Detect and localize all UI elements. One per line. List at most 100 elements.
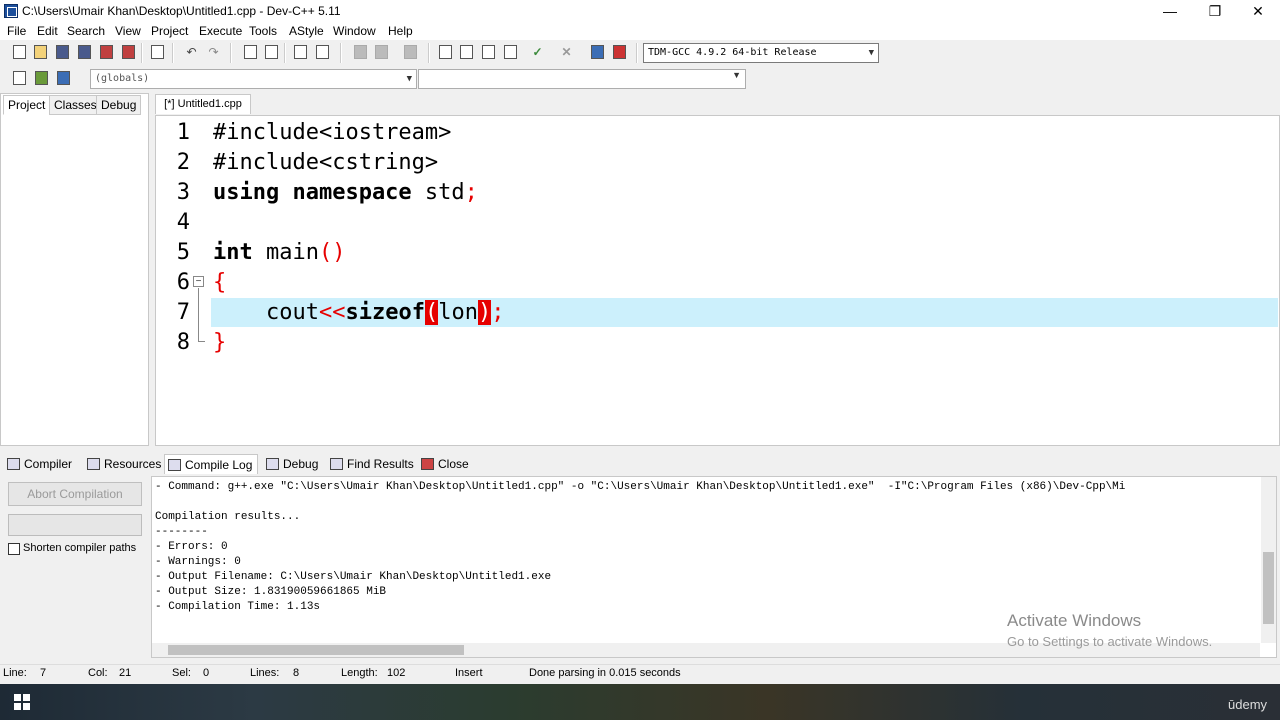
tab-debug-bottom[interactable]: Debug	[263, 454, 318, 474]
print-icon[interactable]	[148, 43, 166, 61]
save-icon[interactable]	[53, 43, 71, 61]
forward-icon[interactable]	[372, 43, 390, 61]
goto-icon[interactable]	[32, 69, 50, 87]
compiler-select[interactable]: TDM-GCC 4.9.2 64-bit Release ▼	[643, 43, 879, 63]
check-syntax-icon[interactable]: ✓	[530, 43, 548, 61]
compiler-icon	[7, 458, 20, 470]
toolbar-separator	[141, 43, 143, 63]
chevron-down-icon: ▼	[406, 74, 412, 84]
undo-icon[interactable]: ↶	[184, 43, 202, 61]
compile-run-icon[interactable]	[479, 43, 497, 61]
status-lines-value: 8	[293, 667, 300, 679]
toolbar-separator	[172, 43, 174, 63]
toolbar-separator	[230, 43, 232, 63]
compile-log-icon	[168, 459, 181, 471]
bookmark-icon[interactable]	[401, 43, 419, 61]
compile-icon[interactable]	[436, 43, 454, 61]
windows-start-icon[interactable]	[14, 694, 30, 710]
menu-edit[interactable]: Edit	[37, 24, 58, 38]
toolbar-separator	[284, 43, 286, 63]
menu-file[interactable]: File	[7, 24, 26, 38]
close-button[interactable]: ✕	[1236, 0, 1280, 22]
scope-select[interactable]: (globals) ▼	[90, 69, 417, 89]
log-vertical-scroll-thumb[interactable]	[1263, 552, 1274, 624]
devcpp-app-icon	[4, 4, 18, 18]
close-file-icon[interactable]	[97, 43, 115, 61]
line-number: 5	[176, 240, 190, 265]
indent-icon[interactable]	[291, 43, 309, 61]
shorten-paths-checkbox[interactable]	[8, 543, 20, 555]
tab-classes[interactable]: Classes	[49, 95, 102, 115]
back-icon[interactable]	[351, 43, 369, 61]
chevron-down-icon: ▼	[732, 70, 741, 80]
menu-bar: File Edit Search View Project Execute To…	[0, 22, 1280, 40]
title-bar: C:\Users\Umair Khan\Desktop\Untitled1.cp…	[0, 0, 1280, 22]
member-select[interactable]: ▼	[418, 69, 746, 89]
scope-select-value: (globals)	[95, 73, 150, 84]
menu-project[interactable]: Project	[151, 24, 188, 38]
redo-icon[interactable]: ↷	[206, 43, 224, 61]
status-sel-label: Sel:	[172, 667, 191, 679]
status-line-label: Line:	[3, 667, 27, 679]
insert-icon[interactable]	[10, 69, 28, 87]
fold-line-end	[198, 341, 205, 342]
stop-execution-icon[interactable]: ✕	[559, 43, 577, 61]
line-number: 2	[176, 150, 190, 175]
shorten-paths-label: Shorten compiler paths	[23, 542, 137, 554]
menu-astyle[interactable]: AStyle	[289, 24, 324, 38]
log-line: - Warnings: 0	[155, 556, 241, 568]
log-horizontal-scroll-thumb[interactable]	[168, 645, 464, 655]
run-icon[interactable]	[457, 43, 475, 61]
main-toolbar: ↶ ↷ ✓ ✕	[0, 40, 1280, 66]
log-line: - Output Filename: C:\Users\Umair Khan\D…	[155, 571, 552, 583]
line-number: 1	[176, 120, 190, 145]
tab-close[interactable]: Close	[418, 454, 469, 474]
close-all-icon[interactable]	[119, 43, 137, 61]
tab-compiler[interactable]: Compiler	[4, 454, 72, 474]
minimize-button[interactable]: —	[1148, 0, 1192, 22]
save-all-icon[interactable]	[75, 43, 93, 61]
find-icon[interactable]	[241, 43, 259, 61]
menu-tools[interactable]: Tools	[249, 24, 277, 38]
log-line: --------	[155, 526, 208, 538]
tab-resources[interactable]: Resources	[84, 454, 161, 474]
code-line-1: #include<iostream>	[213, 120, 452, 145]
line-number: 4	[176, 210, 190, 235]
code-line-2: #include<cstring>	[213, 150, 439, 175]
line-number: 6	[176, 270, 190, 295]
new-file-icon[interactable]	[10, 43, 28, 61]
activate-windows-watermark: Activate Windows	[1007, 611, 1142, 630]
open-file-icon[interactable]	[31, 43, 49, 61]
menu-search[interactable]: Search	[67, 24, 105, 38]
log-line: Compilation results...	[155, 511, 301, 523]
toolbar-separator	[428, 43, 430, 63]
tab-compile-log[interactable]: Compile Log	[164, 454, 258, 474]
compile-progress-bar	[8, 514, 142, 536]
editor-file-tab[interactable]: [*] Untitled1.cpp	[155, 94, 251, 114]
log-line: - Command: g++.exe "C:\Users\Umair Khan\…	[155, 481, 1126, 493]
status-sel-value: 0	[203, 667, 210, 679]
tab-find-results[interactable]: Find Results	[327, 454, 414, 474]
replace-icon[interactable]	[262, 43, 280, 61]
bottom-tab-bar: Compiler Resources Compile Log Debug Fin…	[0, 452, 1280, 474]
toolbar-separator	[340, 43, 342, 63]
tab-project[interactable]: Project	[3, 95, 51, 115]
menu-help[interactable]: Help	[388, 24, 413, 38]
abort-compilation-button[interactable]: Abort Compilation	[8, 482, 142, 506]
line-number: 3	[176, 180, 190, 205]
tab-debug[interactable]: Debug	[96, 95, 142, 115]
log-line: - Compilation Time: 1.13s	[155, 601, 321, 613]
chevron-down-icon: ▼	[868, 48, 874, 58]
line-number: 8	[176, 330, 190, 355]
profile-chart-icon[interactable]	[588, 43, 606, 61]
rebuild-icon[interactable]	[501, 43, 519, 61]
restore-button[interactable]: ❐	[1193, 0, 1237, 22]
delete-profile-icon[interactable]	[610, 43, 628, 61]
toolbar-separator	[636, 43, 638, 63]
unindent-icon[interactable]	[313, 43, 331, 61]
toggle-bookmark-icon[interactable]	[54, 69, 72, 87]
menu-execute[interactable]: Execute	[199, 24, 242, 38]
fold-collapse-icon[interactable]: −	[193, 276, 204, 287]
menu-window[interactable]: Window	[333, 24, 376, 38]
menu-view[interactable]: View	[115, 24, 141, 38]
